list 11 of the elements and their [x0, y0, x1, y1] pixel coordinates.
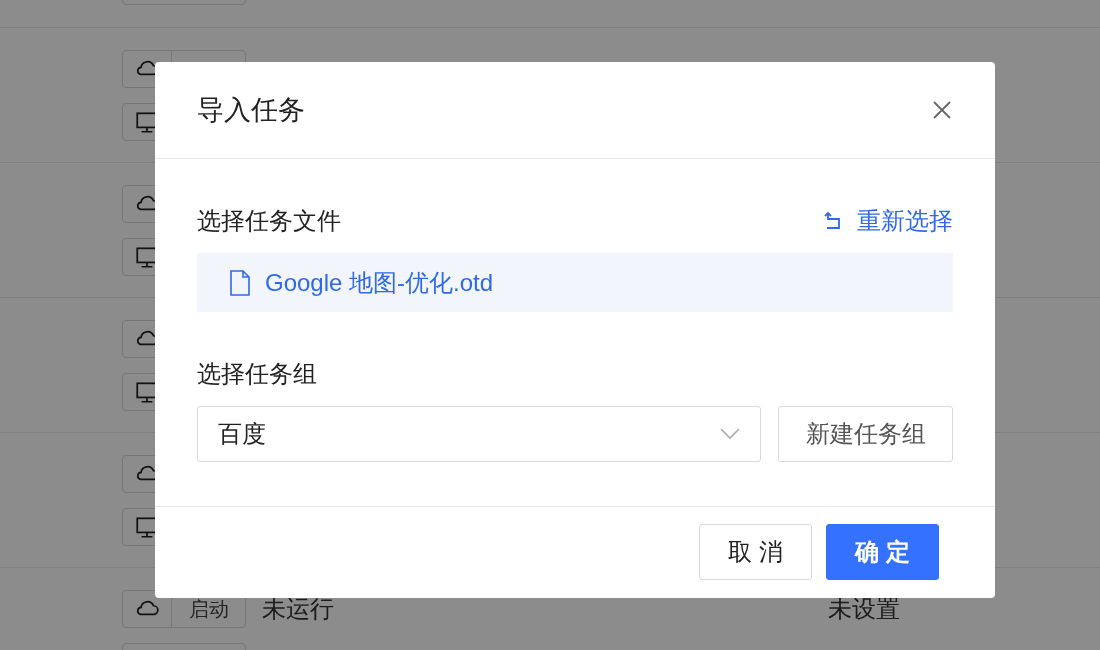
file-name: Google 地图-优化.otd	[265, 267, 494, 298]
status-text: 未运行	[262, 594, 335, 624]
new-group-button[interactable]: 新建任务组	[778, 406, 953, 462]
task-group-select[interactable]: 百度	[197, 406, 761, 462]
field-label: 选择任务文件	[197, 206, 341, 236]
field-label: 选择任务组	[197, 359, 317, 389]
dialog-title: 导入任务	[197, 94, 305, 127]
schedule-text: 未设置	[828, 594, 900, 624]
confirm-button[interactable]: 确 定	[826, 524, 939, 580]
cancel-button[interactable]: 取 消	[699, 524, 812, 580]
reselect-link[interactable]: 重新选择	[823, 205, 953, 237]
